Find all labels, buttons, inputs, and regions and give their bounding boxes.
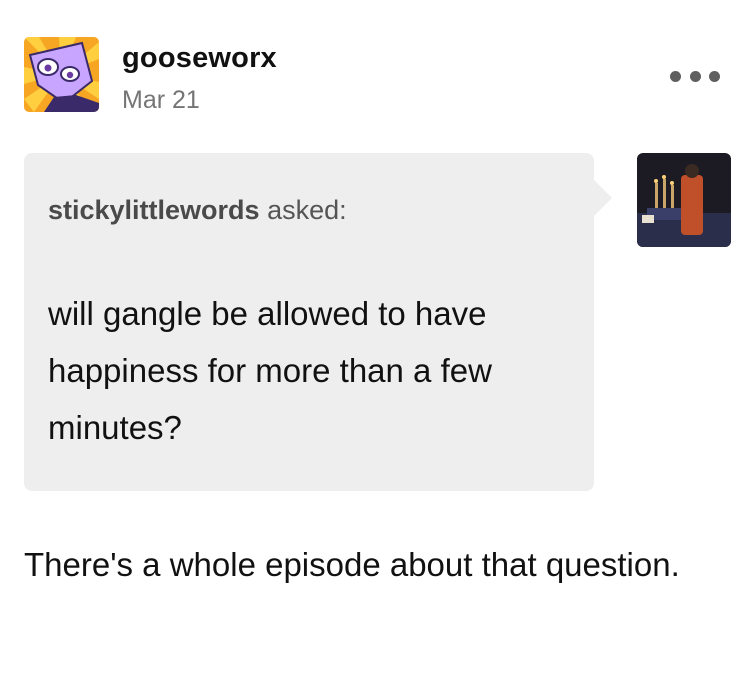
author-avatar-image — [24, 37, 99, 112]
ask-question: will gangle be allowed to have happiness… — [48, 295, 492, 446]
post-date[interactable]: Mar 21 — [122, 86, 200, 115]
more-options-icon[interactable] — [670, 65, 720, 87]
answer-text: There's a whole episode about that quest… — [24, 546, 680, 583]
author-avatar[interactable] — [24, 37, 99, 112]
asked-label: asked: — [259, 195, 347, 225]
asker-line: stickylittlewords asked: — [48, 195, 347, 226]
asker-avatar[interactable] — [637, 153, 731, 247]
more-dot — [709, 70, 720, 82]
asker-name[interactable]: stickylittlewords — [48, 195, 260, 225]
ask-bubble-tail — [592, 178, 612, 218]
asker-avatar-image — [637, 153, 731, 247]
ask-bubble: stickylittlewords asked: will gangle be … — [24, 153, 594, 491]
more-dot — [689, 70, 701, 82]
author-name[interactable]: gooseworx — [122, 42, 277, 75]
more-dot — [670, 70, 681, 82]
